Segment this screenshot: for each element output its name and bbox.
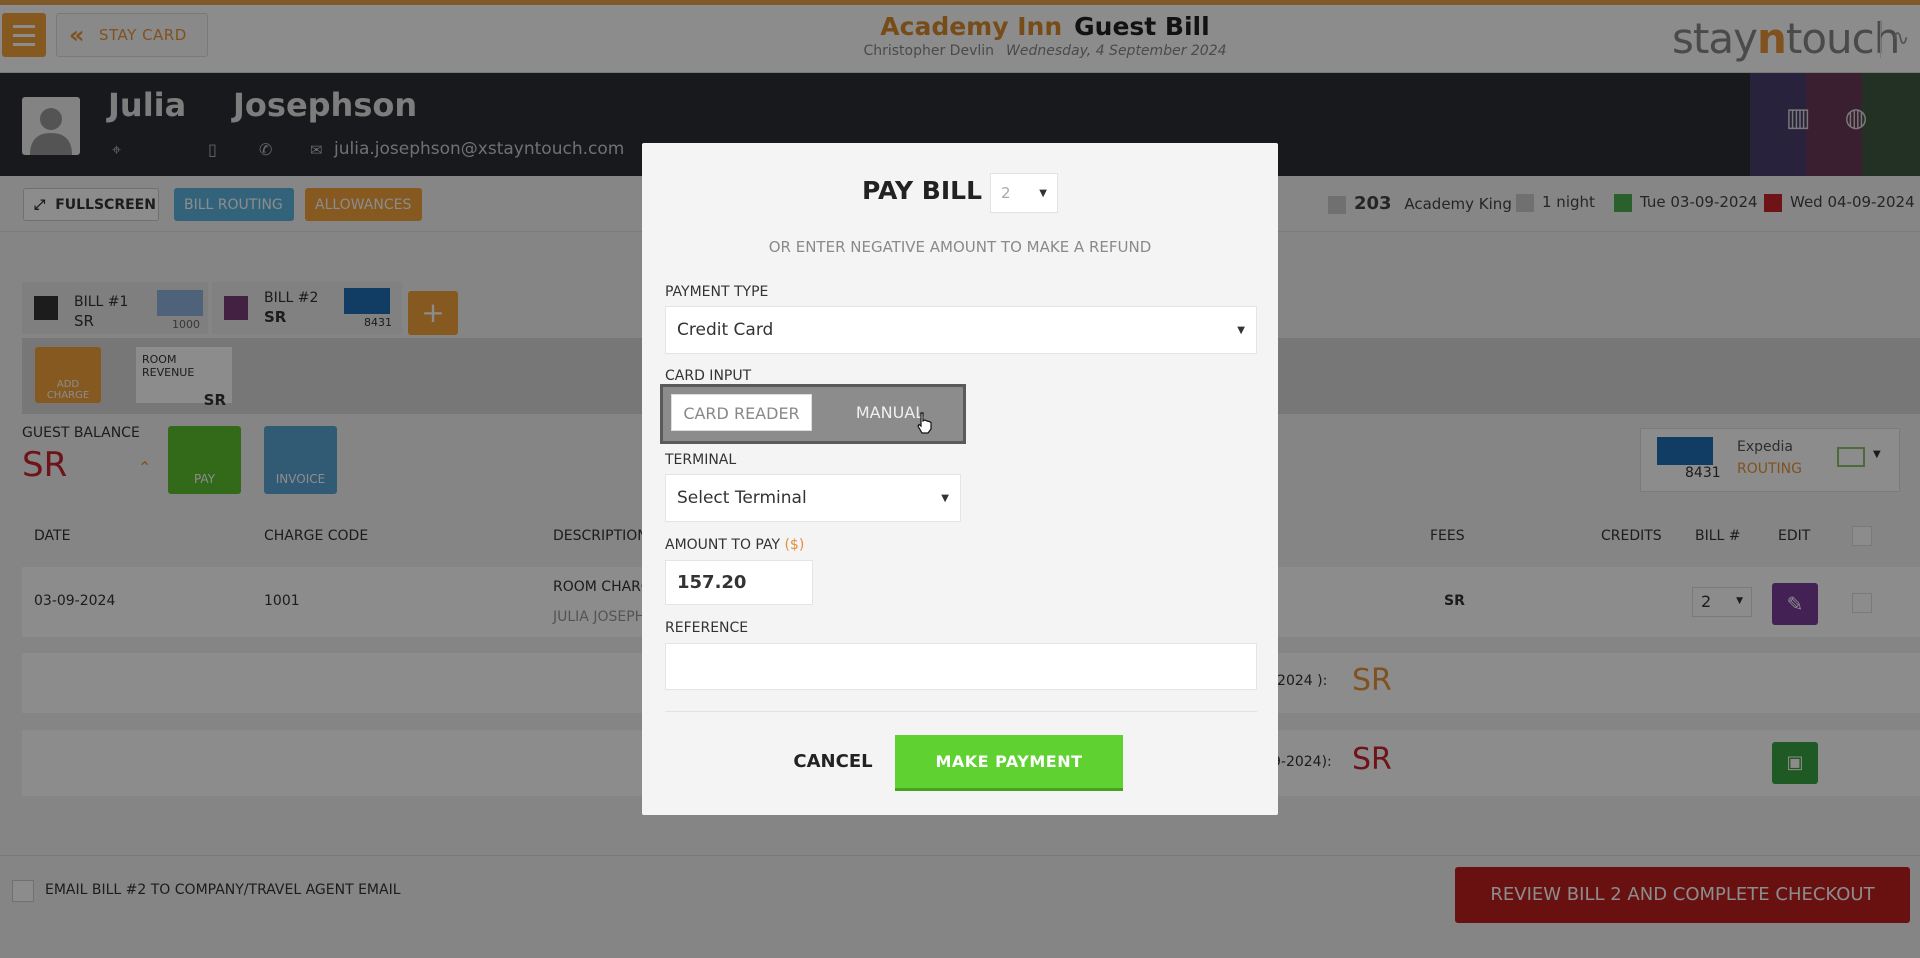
caret-down-icon: ▼	[1237, 324, 1245, 336]
reference-input[interactable]	[665, 643, 1257, 690]
terminal-label: TERMINAL	[665, 452, 737, 468]
caret-down-icon: ▼	[1039, 187, 1047, 199]
caret-down-icon: ▼	[941, 492, 949, 504]
card-input-label: CARD INPUT	[665, 368, 752, 384]
reference-label: REFERENCE	[665, 620, 749, 636]
manual-option[interactable]: MANUAL	[820, 394, 960, 431]
payment-type-select[interactable]: Credit Card ▼	[665, 306, 1257, 354]
payment-type-label: PAYMENT TYPE	[665, 284, 769, 300]
amount-label: AMOUNT TO PAY ($)	[665, 537, 805, 553]
refund-note: OR ENTER NEGATIVE AMOUNT TO MAKE A REFUN…	[768, 238, 1152, 256]
bill-number-select[interactable]: 2 ▼	[990, 173, 1058, 213]
divider	[665, 711, 1257, 712]
card-reader-option[interactable]: CARD READER	[671, 394, 812, 431]
terminal-select[interactable]: Select Terminal ▼	[665, 474, 961, 522]
make-payment-button[interactable]: MAKE PAYMENT	[895, 735, 1123, 791]
cancel-button[interactable]: CANCEL	[778, 740, 888, 784]
amount-input[interactable]	[665, 560, 813, 605]
hand-cursor-icon	[916, 412, 934, 434]
